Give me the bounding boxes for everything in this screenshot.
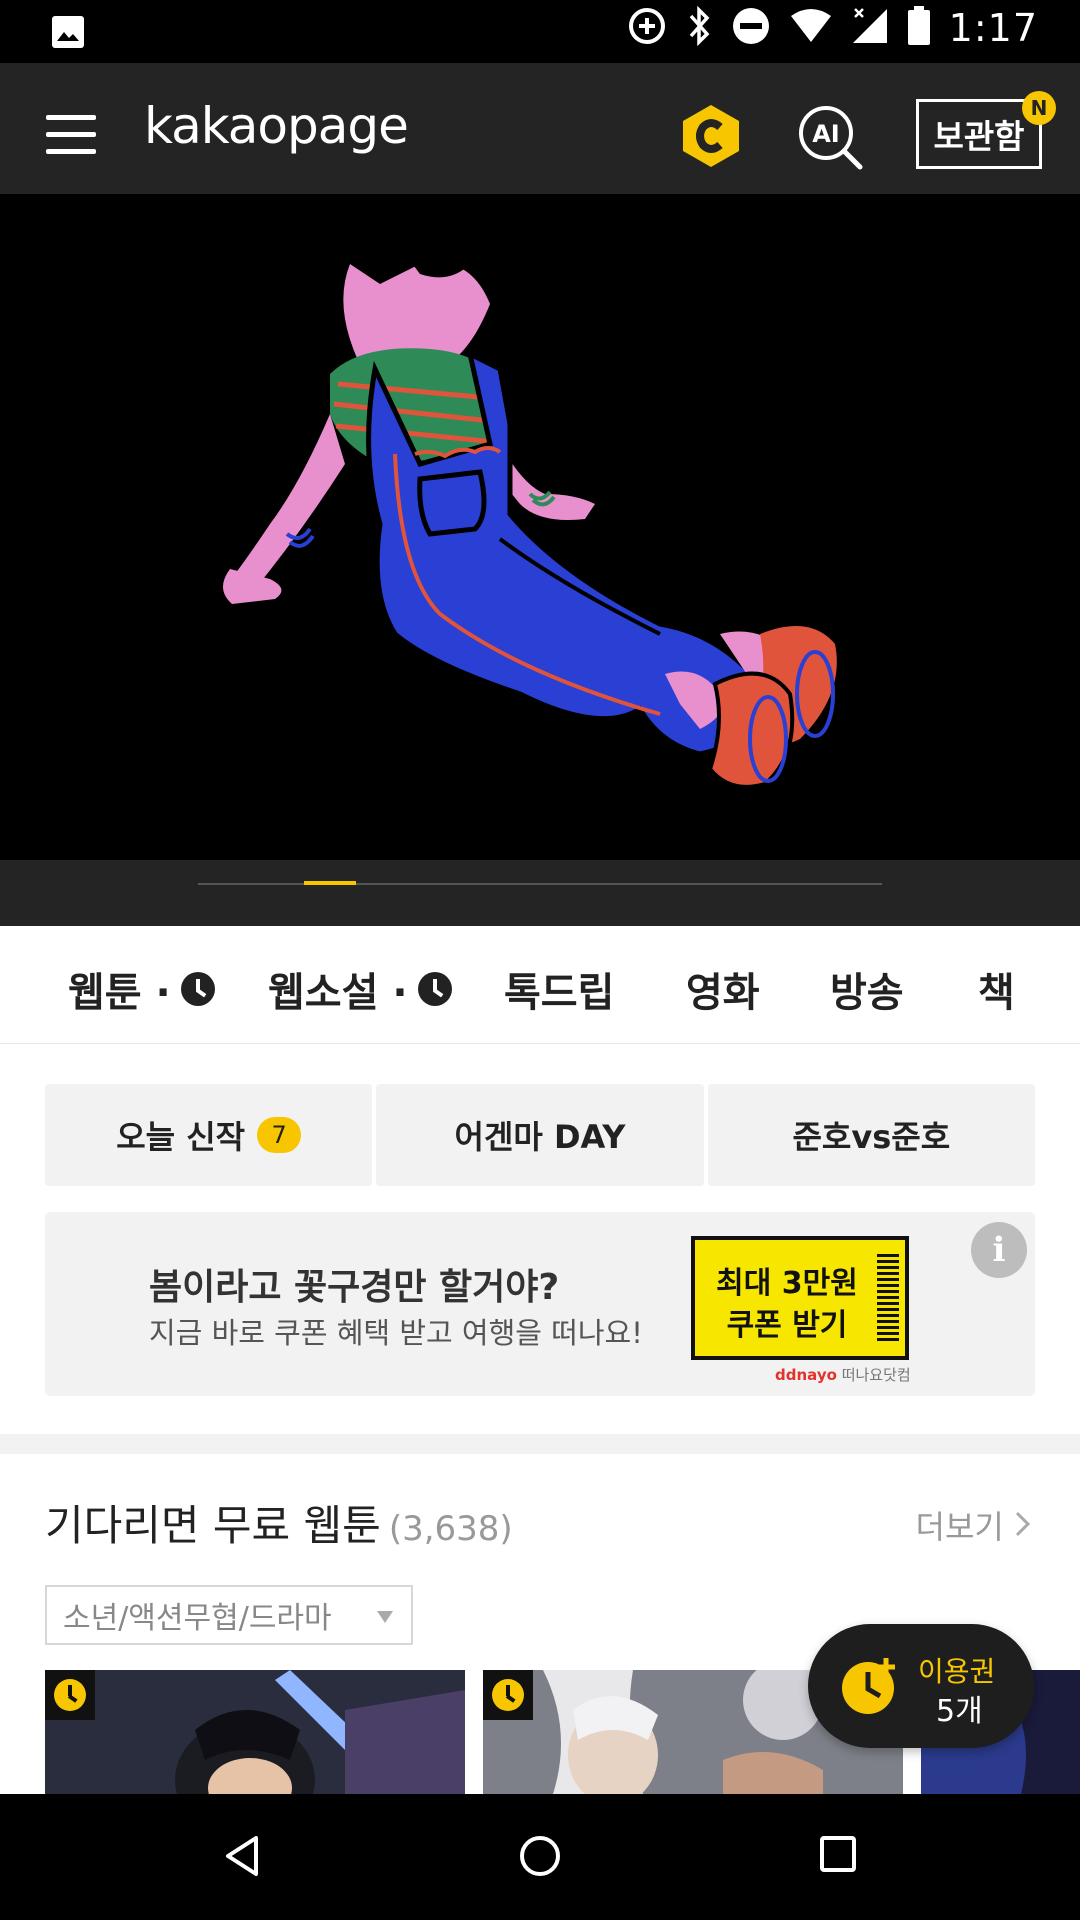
webtoon-card-1[interactable]	[45, 1670, 465, 1794]
clock-time: 1:17	[948, 6, 1038, 50]
gallery-notification-icon	[50, 14, 86, 54]
cell-signal-icon	[851, 7, 889, 49]
junho-vs-junho-button[interactable]: 준호vs준호	[707, 1084, 1035, 1186]
wifi-icon	[789, 8, 833, 48]
ad-brand-kr: 떠나요닷컴	[841, 1366, 911, 1384]
data-saver-icon	[627, 6, 667, 50]
ad-banner[interactable]: 봄이라고 꽃구경만 할거야? 지금 바로 쿠폰 혜택 받고 여행을 떠나요! 최…	[45, 1212, 1035, 1396]
kakaopage-logo[interactable]: kakaopage	[144, 97, 409, 155]
pager-active-indicator	[304, 881, 356, 885]
genre-dropdown[interactable]: 소년/액션무협/드라마	[45, 1585, 413, 1645]
today-new-label: 오늘 신작	[116, 1118, 246, 1156]
coupon-ticket: 최대 3만원 쿠폰 받기	[691, 1236, 909, 1360]
banner-illustration	[222, 224, 837, 789]
tab-talkdrip[interactable]: 톡드립	[504, 960, 614, 1018]
tab-webnovel[interactable]: 웹소설 ·	[268, 960, 452, 1018]
app-screen: 1:17 kakaopage AI 보관함 N 웹툰 · 웹소설 · 톡드립 영…	[0, 0, 1080, 1920]
back-icon[interactable]	[222, 1834, 262, 1882]
moon-clock-plus-icon	[842, 1658, 895, 1714]
tab-book[interactable]: 책	[978, 960, 1015, 1018]
section-title: 기다리면 무료 웹툰 (3,638)	[45, 1492, 513, 1553]
recents-icon[interactable]	[818, 1834, 858, 1878]
section-title-text: 기다리면 무료 웹툰	[45, 1501, 381, 1550]
coupon-line1: 최대 3만원	[716, 1266, 858, 1301]
ticket-count: 5개	[936, 1694, 983, 1729]
quick-buttons: 오늘 신작 7 어겐마 DAY 준호vs준호	[45, 1084, 1035, 1186]
home-icon[interactable]	[518, 1834, 562, 1882]
ad-info-icon[interactable]: i	[971, 1222, 1027, 1278]
main-banner[interactable]	[0, 194, 1080, 860]
ad-subtitle: 지금 바로 쿠폰 혜택 받고 여행을 떠나요!	[149, 1316, 643, 1350]
wait-free-clock-icon	[45, 1670, 95, 1720]
tab-webtoon[interactable]: 웹툰 ·	[68, 960, 215, 1018]
again-ma-day-button[interactable]: 어겐마 DAY	[376, 1084, 704, 1186]
genre-selected-value: 소년/액션무협/드라마	[63, 1601, 332, 1636]
more-label: 더보기	[915, 1508, 1004, 1546]
ad-brand-en: ddnayo	[775, 1366, 837, 1384]
today-new-count-badge: 7	[257, 1117, 302, 1153]
coupon-line2: 쿠폰 받기	[726, 1308, 848, 1343]
status-bar: 1:17	[0, 0, 1080, 63]
ai-search-button[interactable]: AI	[796, 103, 866, 173]
battery-icon	[907, 6, 931, 50]
more-link[interactable]: 더보기	[916, 1502, 1033, 1548]
ad-brand: ddnayo 떠나요닷컴	[775, 1364, 911, 1385]
section-count: (3,638)	[388, 1509, 513, 1549]
clock-icon	[180, 972, 215, 1006]
section-divider	[0, 1434, 1080, 1454]
tab-book-label: 책	[978, 970, 1015, 1016]
bluetooth-icon	[685, 5, 713, 50]
ad-title: 봄이라고 꽃구경만 할거야?	[149, 1267, 560, 1308]
app-bar: kakaopage AI 보관함 N	[0, 63, 1080, 194]
today-new-button[interactable]: 오늘 신작 7	[45, 1084, 373, 1186]
wait-free-clock-icon	[483, 1670, 533, 1720]
ai-label: AI	[812, 120, 840, 148]
chevron-right-icon	[1014, 1508, 1032, 1546]
tab-broadcast[interactable]: 방송	[830, 960, 904, 1018]
tab-movie[interactable]: 영화	[686, 960, 760, 1018]
ticket-floating-button[interactable]: 이용권 5개	[808, 1624, 1034, 1748]
dropdown-arrow-icon	[377, 1611, 393, 1623]
tab-movie-label: 영화	[686, 970, 760, 1016]
banner-pager	[0, 860, 1080, 926]
category-tabs: 웹툰 · 웹소설 · 톡드립 영화 방송 책	[0, 926, 1080, 1044]
clock-icon	[417, 972, 452, 1006]
barcode-icon	[877, 1254, 899, 1342]
new-badge: N	[1022, 91, 1056, 125]
hamburger-menu-icon[interactable]	[46, 115, 98, 155]
do-not-disturb-icon	[731, 6, 771, 50]
kakao-cash-icon[interactable]	[680, 103, 742, 169]
tab-webtoon-label: 웹툰 ·	[68, 970, 171, 1016]
tab-broadcast-label: 방송	[830, 970, 904, 1016]
webtoon-cover-1	[45, 1670, 465, 1794]
tab-talkdrip-label: 톡드립	[504, 970, 615, 1016]
tab-webnovel-label: 웹소설 ·	[268, 970, 408, 1016]
system-nav-bar	[0, 1794, 1080, 1920]
ticket-label: 이용권	[918, 1655, 996, 1688]
